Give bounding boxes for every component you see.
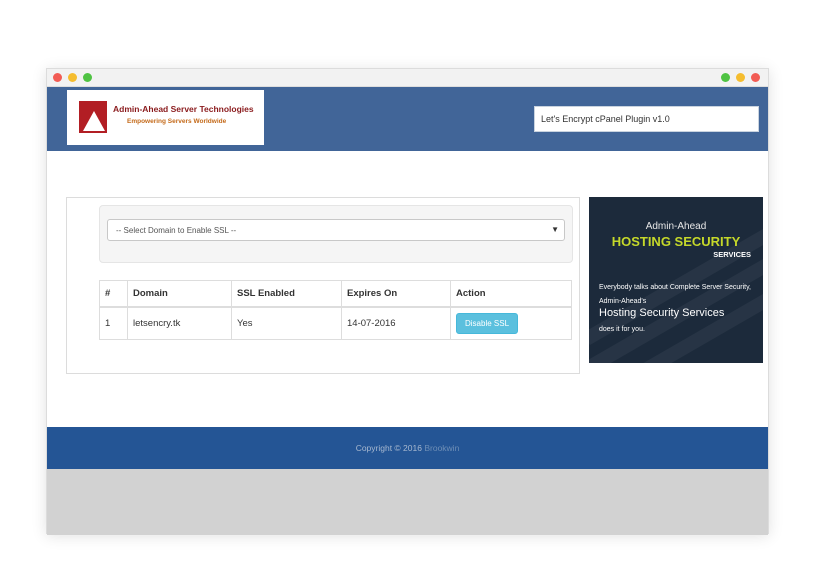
- page-footer: Copyright © 2016 Brookwin: [47, 427, 768, 469]
- caret-down-icon: ▼: [551, 225, 559, 234]
- main-content: -- Select Domain to Enable SSL -- ▼ # Do…: [47, 151, 768, 427]
- ad-body-text: Everybody talks about Complete Server Se…: [599, 284, 751, 305]
- table-header-row: # Domain SSL Enabled Expires On Action: [99, 280, 572, 308]
- close-dot-icon-right[interactable]: [751, 73, 760, 82]
- row-domain: letsencry.tk: [127, 306, 232, 340]
- row-ssl-enabled: Yes: [231, 306, 342, 340]
- ad-highlight-text: Hosting Security Services: [599, 307, 725, 319]
- page-header: Admin-Ahead Server Technologies Empoweri…: [47, 87, 768, 151]
- disable-ssl-button[interactable]: Disable SSL: [456, 312, 519, 334]
- ad-line-company: Admin-Ahead: [645, 221, 707, 232]
- logo-title: Admin-Ahead Server Technologies: [113, 104, 254, 114]
- hosting-security-ad[interactable]: Admin-Ahead HOSTING SECURITY SERVICES Ev…: [589, 197, 763, 363]
- row-expires: 14-07-2016: [341, 306, 451, 340]
- maximize-dot-icon[interactable]: [83, 73, 92, 82]
- row-num: 1: [99, 306, 128, 340]
- footer-brand-link[interactable]: Brookwin: [424, 443, 459, 453]
- company-logo[interactable]: Admin-Ahead Server Technologies Empoweri…: [67, 90, 264, 145]
- domain-select[interactable]: -- Select Domain to Enable SSL -- ▼: [107, 219, 565, 241]
- domain-select-well: -- Select Domain to Enable SSL -- ▼: [99, 205, 573, 263]
- ad-line-headline: HOSTING SECURITY: [611, 234, 741, 249]
- browser-window: Admin-Ahead Server Technologies Empoweri…: [46, 68, 769, 535]
- row-action-cell: Disable SSL: [450, 306, 572, 340]
- logo-mark-icon: [79, 101, 107, 133]
- copyright-label: Copyright © 2016: [355, 443, 422, 453]
- table-row: 1 letsencry.tk Yes 14-07-2016 Disable SS…: [99, 306, 572, 340]
- column-header-domain: Domain: [127, 280, 232, 308]
- ssl-domains-table: # Domain SSL Enabled Expires On Action 1…: [99, 280, 572, 340]
- column-header-num: #: [99, 280, 128, 308]
- column-header-expires: Expires On: [341, 280, 451, 308]
- domain-select-value: -- Select Domain to Enable SSL --: [116, 226, 237, 235]
- ssl-panel: -- Select Domain to Enable SSL -- ▼ # Do…: [66, 197, 580, 374]
- copyright-text: Copyright © 2016 Brookwin: [47, 443, 768, 453]
- maximize-dot-icon-right[interactable]: [721, 73, 730, 82]
- minimize-dot-icon-right[interactable]: [736, 73, 745, 82]
- column-header-action: Action: [450, 280, 572, 308]
- window-bottom-area: [47, 469, 768, 535]
- plugin-name-box: Let's Encrypt cPanel Plugin v1.0: [534, 106, 759, 132]
- window-titlebar: [47, 69, 768, 87]
- column-header-ssl: SSL Enabled: [231, 280, 342, 308]
- minimize-dot-icon[interactable]: [68, 73, 77, 82]
- ad-line-services: SERVICES: [713, 250, 751, 259]
- ad-tail-text: does it for you.: [599, 326, 645, 333]
- logo-tagline: Empowering Servers Worldwide: [127, 118, 227, 125]
- close-dot-icon[interactable]: [53, 73, 62, 82]
